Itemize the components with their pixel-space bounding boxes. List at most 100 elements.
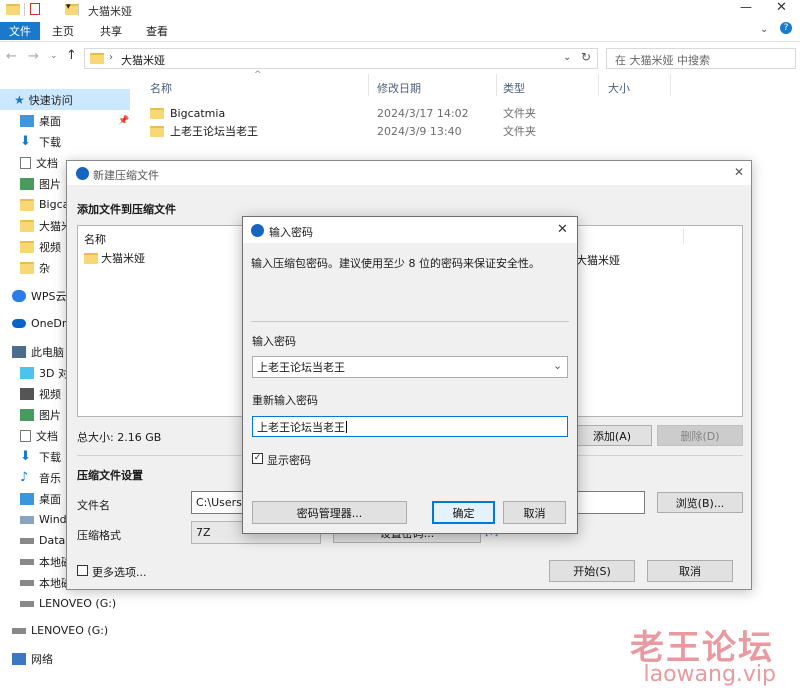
folder-icon [20,261,34,274]
drive-icon [12,627,26,634]
divider [251,321,569,322]
back-icon[interactable]: ← [6,49,17,64]
sidebar-item-network[interactable]: 网络 [0,648,130,669]
sidebar-item-lenoveo-g[interactable]: LENOVEO (G:) [0,593,130,614]
dialog-titlebar: 新建压缩文件 ✕ [67,161,751,185]
video-icon [20,387,34,400]
settings-title: 压缩文件设置 [77,469,143,482]
show-password-checkbox[interactable]: ✓ [252,453,263,464]
confirm-password-input[interactable]: 上老王论坛当老王 [252,416,568,437]
folder-icon [150,107,164,119]
download-icon: ⬇ [20,134,31,149]
folder-icon [20,198,34,211]
close-icon[interactable]: ✕ [776,0,787,15]
sidebar-item-label: 下载 [39,135,61,149]
computer-icon [12,345,26,358]
breadcrumb[interactable]: 大猫米娅 [121,52,165,68]
sidebar-item-label: 快速访问 [28,93,73,107]
column-name[interactable]: 名称 [150,80,172,96]
tab-view[interactable]: 查看 [136,22,178,40]
format-label: 压缩格式 [77,529,121,542]
delete-button[interactable]: 删除(D) [657,425,743,446]
refresh-icon[interactable]: ↻ [581,50,591,64]
forward-icon[interactable]: → [28,49,39,64]
drive-icon [20,579,34,586]
dialog-title: 输入密码 [269,226,313,239]
close-icon[interactable]: ✕ [734,165,744,179]
sidebar-item-label: 桌面 [39,114,61,128]
folder-icon [6,4,20,15]
column-divider [670,74,671,96]
password-description: 输入压缩包密码。建议使用至少 8 位的密码来保证安全性。 [251,257,540,270]
drive-icon [20,537,34,544]
app-icon [251,224,264,237]
file-date: 2024/3/17 14:02 [377,106,469,120]
column-size[interactable]: 大小 [608,80,630,96]
quick-access-dropdown-icon[interactable]: ▾ [66,2,71,12]
add-button[interactable]: 添加(A) [572,425,652,446]
sidebar-item-label: WPS云 [31,289,67,303]
ribbon-expand-icon[interactable]: ⌄ [760,24,768,35]
divider [78,3,79,16]
search-box[interactable]: 在 大猫米娅 中搜索 [606,48,796,69]
list-item-path: 大猫米娅 [576,254,620,267]
column-date[interactable]: 修改日期 [377,80,421,96]
desktop-icon [20,492,34,505]
tab-file[interactable]: 文件 [0,22,40,40]
folder-icon [84,252,98,264]
column-divider [598,74,599,96]
more-options-label[interactable]: 更多选项... [92,564,147,580]
ok-button[interactable]: 确定 [432,501,495,524]
windows-drive-icon [20,515,34,524]
list-header-name[interactable]: 名称 [84,231,106,247]
sidebar-item-downloads[interactable]: ⬇ 下载 [0,131,130,152]
table-row[interactable]: 上老王论坛当老王 2024/3/9 13:40 文件夹 [150,122,570,140]
tab-home[interactable]: 主页 [42,22,84,40]
cloud-icon [12,289,26,302]
download-icon: ⬇ [20,449,31,464]
password-dialog: 输入密码 ✕ 输入压缩包密码。建议使用至少 8 位的密码来保证安全性。 输入密码… [242,216,578,534]
up-icon[interactable]: ↑ [66,48,77,63]
column-divider [496,74,497,96]
cancel-button[interactable]: 取消 [647,560,733,582]
file-type: 文件夹 [503,125,536,138]
search-input[interactable]: 在 大猫米娅 中搜索 [615,52,710,68]
folder-icon [20,240,34,253]
close-icon[interactable]: ✕ [557,222,568,237]
password-label: 输入密码 [252,335,296,348]
sidebar-item-quick-access[interactable]: ★ 快速访问 [0,89,130,110]
chevron-down-icon[interactable]: ⌄ [553,359,562,372]
sidebar-item-lenoveo-g-root[interactable]: LENOVEO (G:) [0,620,130,641]
password-manager-button[interactable]: 密码管理器... [252,501,407,524]
more-options-checkbox[interactable] [77,565,88,576]
desktop-icon [20,114,34,127]
file-type: 文件夹 [503,107,536,120]
folder-icon [150,125,164,137]
sidebar-item-desktop[interactable]: 桌面 📌 [0,110,130,131]
properties-icon[interactable] [30,3,40,15]
show-password-label[interactable]: 显示密码 [267,452,311,468]
dialog-title: 新建压缩文件 [93,169,159,182]
start-button[interactable]: 开始(S) [549,560,635,582]
recent-locations-icon[interactable]: ⌄ [50,51,58,61]
sidebar-item-label: 视频 [39,240,61,254]
help-icon[interactable]: ? [780,22,792,34]
address-dropdown-icon[interactable]: ⌄ [563,52,571,63]
watermark-en: laowang.vip [643,662,776,687]
address-bar[interactable]: › 大猫米娅 ⌄ ↻ [84,48,598,69]
cancel-button[interactable]: 取消 [503,501,566,524]
tab-share[interactable]: 共享 [88,22,134,40]
list-item[interactable]: 大猫米娅 [84,250,145,266]
sidebar-item-label: 图片 [39,408,61,422]
file-name: Bigcatmia [170,106,226,120]
browse-button[interactable]: 浏览(B)... [657,492,743,513]
sidebar-item-label: 3D 对 [39,366,69,380]
pin-icon[interactable]: 📌 [118,116,129,126]
minimize-icon[interactable]: — [740,0,752,14]
column-type[interactable]: 类型 [503,80,525,96]
column-divider [368,74,369,96]
password-input[interactable]: 上老王论坛当老王 ⌄ [252,356,568,378]
confirm-password-value: 上老王论坛当老王 [257,420,345,434]
section-add-title: 添加文件到压缩文件 [77,203,176,216]
table-row[interactable]: Bigcatmia 2024/3/17 14:02 文件夹 [150,104,570,122]
